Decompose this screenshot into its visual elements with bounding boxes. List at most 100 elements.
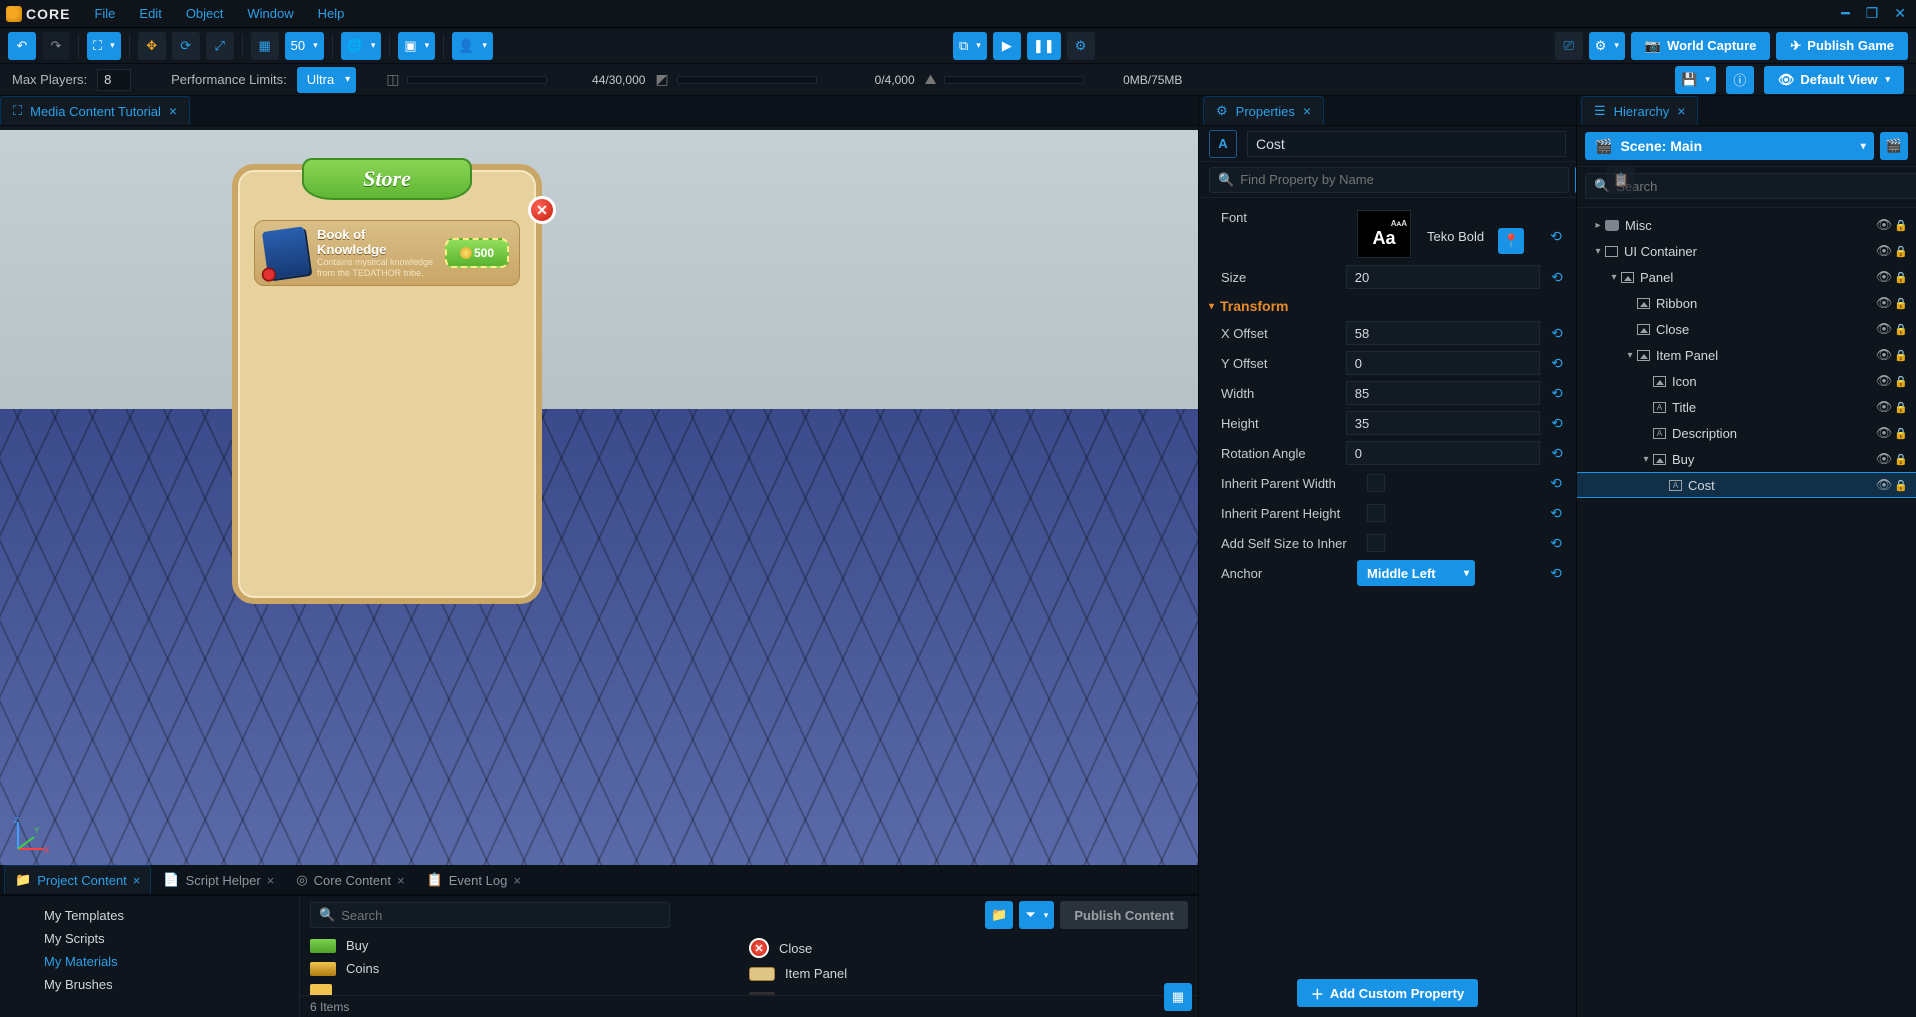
x-offset-reset-button[interactable]: ⟲ [1548, 325, 1566, 342]
undo-button[interactable]: ↶ [8, 32, 36, 60]
properties-tab-close-icon[interactable]: × [1303, 103, 1311, 119]
y-offset-reset-button[interactable]: ⟲ [1548, 355, 1566, 372]
rotation-reset-button[interactable]: ⟲ [1548, 445, 1566, 462]
world-capture-button[interactable]: 📷 World Capture [1631, 32, 1771, 60]
hierarchy-tab-close-icon[interactable]: × [1677, 103, 1685, 119]
rotation-input[interactable] [1346, 441, 1540, 465]
asset-hidden2[interactable]: … [749, 985, 1188, 995]
asset-buy[interactable]: Buy [310, 934, 749, 957]
character-button[interactable]: 👤▾ [452, 32, 493, 60]
height-reset-button[interactable]: ⟲ [1548, 415, 1566, 432]
visibility-icon[interactable]: 👁 [1874, 477, 1894, 493]
minimize-icon[interactable]: ━ [1837, 5, 1853, 22]
hierarchy-item-title[interactable]: ATitle👁🔒 [1577, 394, 1916, 420]
font-reset-button[interactable]: ⟲ [1546, 228, 1566, 245]
size-input[interactable] [1346, 265, 1540, 289]
lock-icon[interactable]: 🔒 [1894, 245, 1908, 258]
lock-icon[interactable]: 🔒 [1894, 297, 1908, 310]
filter-dropdown-button[interactable]: ⏷▾ [1019, 901, 1054, 929]
tree-my-brushes[interactable]: My Brushes [0, 973, 299, 996]
select-mode-button[interactable]: ⛶▾ [87, 32, 121, 60]
lock-icon[interactable]: 🔒 [1894, 349, 1908, 362]
y-offset-input[interactable] [1346, 351, 1540, 375]
asset-item-panel[interactable]: Item Panel [749, 962, 1188, 985]
grid-snap-button[interactable]: ▦ [251, 32, 279, 60]
visibility-icon[interactable]: 👁 [1874, 399, 1894, 415]
play-button[interactable]: ▶ [993, 32, 1021, 60]
close-icon[interactable]: ✕ [1890, 5, 1910, 22]
tree-my-templates[interactable]: My Templates [0, 904, 299, 927]
rotate-tool-button[interactable]: ⟳ [172, 32, 200, 60]
property-search-input[interactable] [1240, 172, 1560, 187]
viewport-tab[interactable]: ⛶ Media Content Tutorial × [0, 96, 190, 125]
max-players-input[interactable] [97, 69, 131, 91]
save-dropdown-button[interactable]: 💾▾ [1675, 66, 1716, 94]
hierarchy-item-panel[interactable]: ▾Panel👁🔒 [1577, 264, 1916, 290]
paste-properties-button[interactable]: 📋 [1607, 166, 1635, 194]
visibility-icon[interactable]: 👁 [1874, 217, 1894, 233]
lock-icon[interactable]: 🔒 [1894, 401, 1908, 414]
add-self-checkbox[interactable] [1367, 534, 1385, 552]
scene-selector[interactable]: 🎬 Scene: Main [1585, 132, 1874, 160]
asset-close[interactable]: ✕Close [749, 934, 1188, 962]
tab-core-content[interactable]: ◎ Core Content × [286, 866, 414, 894]
lock-icon[interactable]: 🔒 [1894, 375, 1908, 388]
menu-object[interactable]: Object [174, 6, 236, 21]
add-self-reset-button[interactable]: ⟲ [1546, 535, 1566, 552]
lock-icon[interactable]: 🔒 [1894, 427, 1908, 440]
menu-file[interactable]: File [82, 6, 127, 21]
tab-event-log-close-icon[interactable]: × [513, 873, 521, 888]
publish-content-button[interactable]: Publish Content [1060, 901, 1188, 929]
publish-game-button[interactable]: ✈ Publish Game [1776, 32, 1908, 60]
info-button[interactable]: ⓘ [1726, 66, 1754, 94]
grid-view-toggle-button[interactable]: ▦ [1164, 983, 1192, 1011]
tab-core-content-close-icon[interactable]: × [397, 873, 405, 888]
settings-button[interactable]: ⚙▾ [1589, 32, 1625, 60]
visibility-icon[interactable]: 👁 [1874, 243, 1894, 259]
visibility-icon[interactable]: 👁 [1874, 373, 1894, 389]
anchor-reset-button[interactable]: ⟲ [1546, 565, 1566, 582]
camera-button[interactable]: ▣▾ [398, 32, 435, 60]
profiler-button[interactable]: ⚙ [1067, 32, 1095, 60]
tab-script-helper-close-icon[interactable]: × [267, 873, 275, 888]
hierarchy-item-icon[interactable]: Icon👁🔒 [1577, 368, 1916, 394]
hierarchy-item-close[interactable]: Close👁🔒 [1577, 316, 1916, 342]
width-input[interactable] [1346, 381, 1540, 405]
height-input[interactable] [1346, 411, 1540, 435]
hierarchy-item-misc[interactable]: ▸Misc👁🔒 [1577, 212, 1916, 238]
store-buy-button[interactable]: 500 [445, 238, 509, 268]
viewport-canvas[interactable]: Book of Knowledge Contains mystical know… [0, 130, 1198, 865]
maximize-icon[interactable]: ❐ [1862, 5, 1883, 22]
hierarchy-item-cost[interactable]: ACost👁🔒 [1577, 472, 1916, 498]
visibility-icon[interactable]: 👁 [1874, 347, 1894, 363]
properties-tab[interactable]: ⚙ Properties × [1203, 96, 1324, 125]
viewport[interactable]: Book of Knowledge Contains mystical know… [0, 126, 1198, 865]
lock-icon[interactable]: 🔒 [1894, 453, 1908, 466]
menu-window[interactable]: Window [235, 6, 305, 21]
viewport-tab-close-icon[interactable]: × [169, 103, 177, 119]
stream-button[interactable]: ⎚ [1555, 32, 1583, 60]
default-view-button[interactable]: 👁 Default View▾ [1764, 66, 1904, 94]
size-reset-button[interactable]: ⟲ [1548, 269, 1566, 286]
lock-icon[interactable]: 🔒 [1894, 271, 1908, 284]
hierarchy-item-ribbon[interactable]: Ribbon👁🔒 [1577, 290, 1916, 316]
transform-section-header[interactable]: Transform [1209, 292, 1566, 318]
visibility-icon[interactable]: 👁 [1874, 269, 1894, 285]
inherit-width-reset-button[interactable]: ⟲ [1546, 475, 1566, 492]
menu-edit[interactable]: Edit [127, 6, 173, 21]
scene-manager-button[interactable]: 🎬 [1880, 132, 1908, 160]
project-content-search[interactable]: 🔍 [310, 902, 670, 928]
inherit-width-checkbox[interactable] [1367, 474, 1385, 492]
visibility-icon[interactable]: 👁 [1874, 321, 1894, 337]
tab-project-content-close-icon[interactable]: × [133, 873, 141, 888]
tab-script-helper[interactable]: 📄 Script Helper × [153, 866, 284, 894]
tab-event-log[interactable]: 📋 Event Log × [417, 866, 531, 894]
add-custom-property-button[interactable]: ＋ Add Custom Property [1297, 979, 1478, 1007]
hierarchy-tab[interactable]: ☰ Hierarchy × [1581, 96, 1698, 125]
inherit-height-reset-button[interactable]: ⟲ [1546, 505, 1566, 522]
x-offset-input[interactable] [1346, 321, 1540, 345]
lock-icon[interactable]: 🔒 [1894, 219, 1908, 232]
object-name-input[interactable] [1247, 131, 1566, 157]
tab-project-content[interactable]: 📁 Project Content × [4, 865, 151, 894]
open-folder-button[interactable]: 📁 [985, 901, 1013, 929]
